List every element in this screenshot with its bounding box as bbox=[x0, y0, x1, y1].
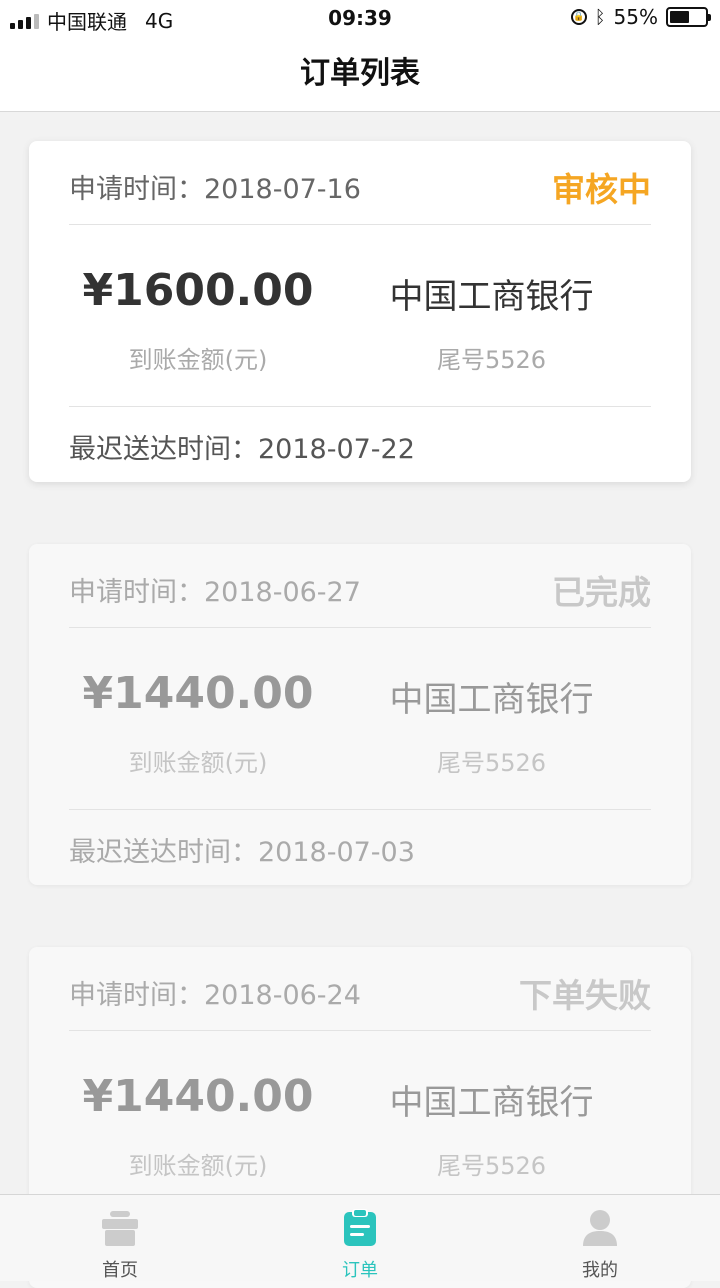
amount-value: ¥1440.00 bbox=[82, 668, 314, 719]
order-card[interactable]: 申请时间：2018-07-16 审核中 ¥1600.00 到账金额(元) 中国工… bbox=[29, 141, 691, 482]
tab-home-label: 首页 bbox=[102, 1260, 138, 1281]
deadline-value: 2018-07-22 bbox=[258, 434, 415, 465]
tab-orders-label: 订单 bbox=[342, 1260, 378, 1281]
apply-time-label: 申请时间： bbox=[69, 577, 204, 608]
amount-label: 到账金额(元) bbox=[128, 749, 268, 777]
status-badge: 审核中 bbox=[552, 170, 651, 209]
bank-name: 中国工商银行 bbox=[389, 680, 594, 720]
status-badge: 已完成 bbox=[552, 573, 651, 612]
status-badge: 下单失败 bbox=[519, 976, 651, 1015]
order-card-body: ¥1440.00 到账金额(元) 中国工商银行 尾号5526 bbox=[69, 1031, 651, 1213]
page-title: 订单列表 bbox=[300, 56, 420, 91]
bank-name: 中国工商银行 bbox=[389, 1083, 594, 1123]
apply-time-value: 2018-07-16 bbox=[204, 174, 361, 205]
battery-percent: 55% bbox=[613, 5, 658, 29]
tab-orders[interactable]: 订单 bbox=[240, 1195, 480, 1281]
apply-time-label: 申请时间： bbox=[69, 980, 204, 1011]
gift-icon bbox=[102, 1211, 138, 1246]
apply-time: 申请时间：2018-06-24 bbox=[69, 973, 361, 1012]
apply-time-value: 2018-06-24 bbox=[204, 980, 361, 1011]
tab-home[interactable]: 首页 bbox=[0, 1195, 240, 1281]
bank-name: 中国工商银行 bbox=[389, 277, 594, 317]
deadline-label: 最迟送达时间： bbox=[69, 434, 258, 465]
status-bar: 中国联通 4G 09:39 🔒 ᛒ 55% bbox=[0, 0, 720, 36]
deadline-value: 2018-07-03 bbox=[258, 837, 415, 868]
order-card-body: ¥1440.00 到账金额(元) 中国工商银行 尾号5526 bbox=[69, 628, 651, 810]
apply-time-value: 2018-06-27 bbox=[204, 577, 361, 608]
apply-time-label: 申请时间： bbox=[69, 174, 204, 205]
order-card-header: 申请时间：2018-06-27 已完成 bbox=[69, 544, 651, 628]
apply-time: 申请时间：2018-06-27 bbox=[69, 570, 361, 609]
tab-profile-label: 我的 bbox=[582, 1260, 618, 1281]
order-card-header: 申请时间：2018-07-16 审核中 bbox=[69, 141, 651, 225]
status-bar-right: 🔒 ᛒ 55% bbox=[570, 5, 711, 29]
clipboard-icon bbox=[344, 1209, 376, 1246]
tab-profile[interactable]: 我的 bbox=[480, 1195, 720, 1281]
orientation-lock-icon: 🔒 bbox=[570, 9, 587, 25]
amount-label: 到账金额(元) bbox=[128, 1152, 268, 1180]
apply-time: 申请时间：2018-07-16 bbox=[69, 167, 361, 206]
order-card[interactable]: 申请时间：2018-06-27 已完成 ¥1440.00 到账金额(元) 中国工… bbox=[29, 544, 691, 885]
order-card-body: ¥1600.00 到账金额(元) 中国工商银行 尾号5526 bbox=[69, 225, 651, 407]
deadline: 最迟送达时间：2018-07-03 bbox=[69, 830, 415, 869]
deadline: 最迟送达时间：2018-07-22 bbox=[69, 427, 415, 466]
battery-icon bbox=[666, 7, 711, 27]
card-tail-number: 尾号5526 bbox=[436, 749, 547, 777]
amount-label: 到账金额(元) bbox=[128, 346, 268, 374]
card-tail-number: 尾号5526 bbox=[436, 346, 547, 374]
tab-bar: 首页 订单 我的 bbox=[0, 1194, 720, 1281]
order-card-header: 申请时间：2018-06-24 下单失败 bbox=[69, 947, 651, 1031]
amount-value: ¥1600.00 bbox=[82, 265, 314, 316]
card-tail-number: 尾号5526 bbox=[436, 1152, 547, 1180]
nav-bar: 订单列表 bbox=[0, 36, 720, 112]
deadline-label: 最迟送达时间： bbox=[69, 837, 258, 868]
amount-value: ¥1440.00 bbox=[82, 1071, 314, 1122]
user-icon bbox=[583, 1210, 617, 1246]
bluetooth-icon: ᛒ bbox=[594, 6, 606, 28]
